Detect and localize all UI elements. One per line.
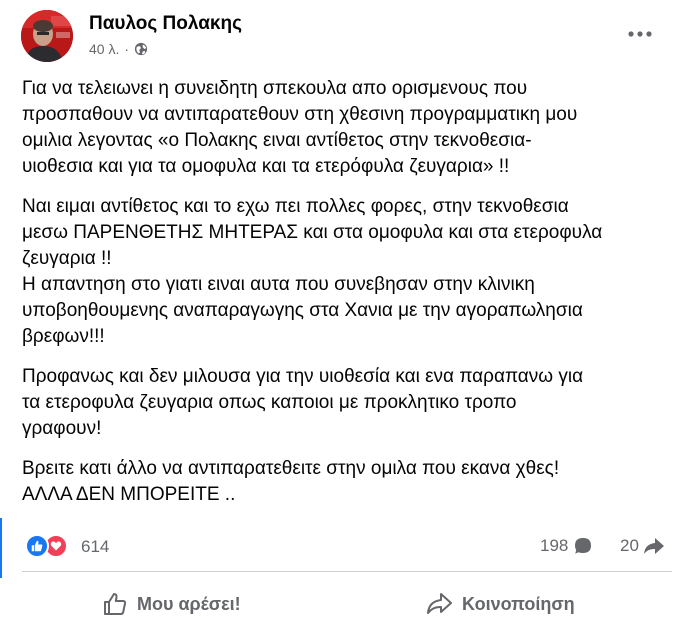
- text-line: γραφουν!: [22, 418, 102, 439]
- share-icon: [427, 593, 452, 614]
- like-button-label: Μου αρέσει!: [137, 593, 241, 614]
- paragraph: Ναι ειμαι αντίθετος και το εχω πει πολλε…: [22, 194, 672, 350]
- share-button-label: Κοινοποίηση: [462, 593, 575, 614]
- globe-icon[interactable]: [134, 42, 148, 56]
- like-reaction-icon: [25, 534, 49, 558]
- paragraph: Για να τελειωνει η συνειδητη σπεκουλα απ…: [22, 76, 672, 180]
- avatar[interactable]: [21, 10, 73, 62]
- text-line: προσπαθουν να αντιπαρατεθουν στη χθεσινη…: [22, 104, 578, 125]
- paragraph: Βρειτε κατι άλλο να αντιπαρατεθειτε στην…: [22, 456, 672, 508]
- text-line: ΑΛΛΑ ΔΕΝ ΜΠΟΡΕΙΤΕ ..: [22, 484, 236, 505]
- reactions-count[interactable]: 614: [81, 537, 109, 557]
- reactions-bar: 614 198 20: [22, 533, 672, 563]
- text-line: τα ετεροφυλα ζευγαρια οπως καποιοι με πρ…: [22, 392, 517, 413]
- divider: [22, 571, 672, 572]
- text-line: υποβοηθουμενης αναπαραγωγης στα Χανια με…: [22, 300, 583, 321]
- avatar-image: [21, 10, 73, 62]
- meta-separator: ·: [124, 41, 130, 57]
- post-time[interactable]: 40 λ.: [89, 41, 119, 57]
- text-line: Η απαντηση στο γιατι ειναι αυτα που συνε…: [22, 274, 535, 295]
- post-meta: 40 λ. ·: [89, 41, 148, 57]
- text-line: υιοθεσια και για τα ομοφυλα και τα ετερό…: [22, 156, 510, 177]
- paragraph: Προφανως και δεν μιλουσα για την υιοθεσί…: [22, 364, 672, 442]
- text-line: Ναι ειμαι αντίθετος και το εχω πει πολλε…: [22, 196, 569, 217]
- thumbs-up-icon: [104, 593, 127, 615]
- text-line: Για να τελειωνει η συνειδητη σπεκουλα απ…: [22, 78, 528, 99]
- like-button[interactable]: Μου αρέσει!: [102, 584, 241, 624]
- focus-indicator: [0, 518, 2, 578]
- text-line: ομιλια λεγοντας «ο Πολακης ειναι αντίθετ…: [22, 130, 532, 151]
- more-options-icon[interactable]: [620, 20, 660, 48]
- post-body: Για να τελειωνει η συνειδητη σπεκουλα απ…: [22, 76, 672, 522]
- comments-count-link[interactable]: 198: [540, 536, 593, 556]
- text-line: βρεφων!!!: [22, 326, 105, 347]
- reaction-icons[interactable]: [25, 534, 68, 558]
- shares-count: 20: [620, 536, 639, 555]
- text-line: Προφανως και δεν μιλουσα για την υιοθεσί…: [22, 366, 584, 387]
- comment-bubble-icon: [575, 538, 592, 554]
- text-line: ζευγαρια !!: [22, 248, 112, 269]
- author-name[interactable]: Παυλος Πολακης: [89, 13, 242, 35]
- facebook-post: Παυλος Πολακης 40 λ. · Για να τελειωνει …: [0, 0, 688, 633]
- share-button[interactable]: Κοινοποίηση: [425, 584, 575, 624]
- shares-count-link[interactable]: 20: [620, 536, 665, 556]
- share-arrow-icon: [643, 538, 664, 554]
- comments-count: 198: [540, 536, 569, 555]
- text-line: Βρειτε κατι άλλο να αντιπαρατεθειτε στην…: [22, 458, 560, 479]
- text-line: μεσω ΠΑΡΕΝΘΕΤΗΣ ΜΗΤΕΡΑΣ και στα ομοφυλα …: [22, 222, 603, 243]
